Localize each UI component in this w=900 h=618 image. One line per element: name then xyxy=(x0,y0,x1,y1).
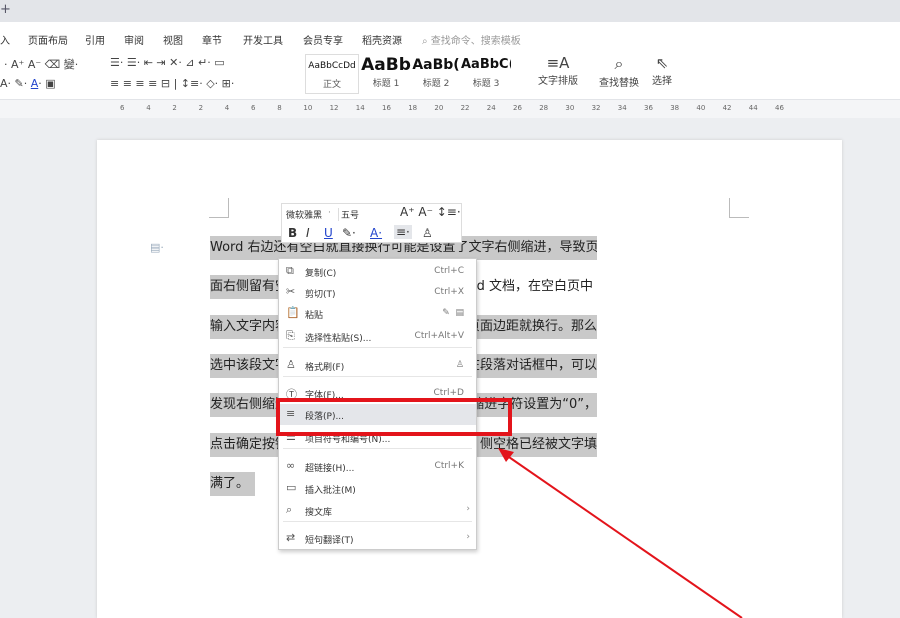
annotation-arrow xyxy=(498,448,743,618)
